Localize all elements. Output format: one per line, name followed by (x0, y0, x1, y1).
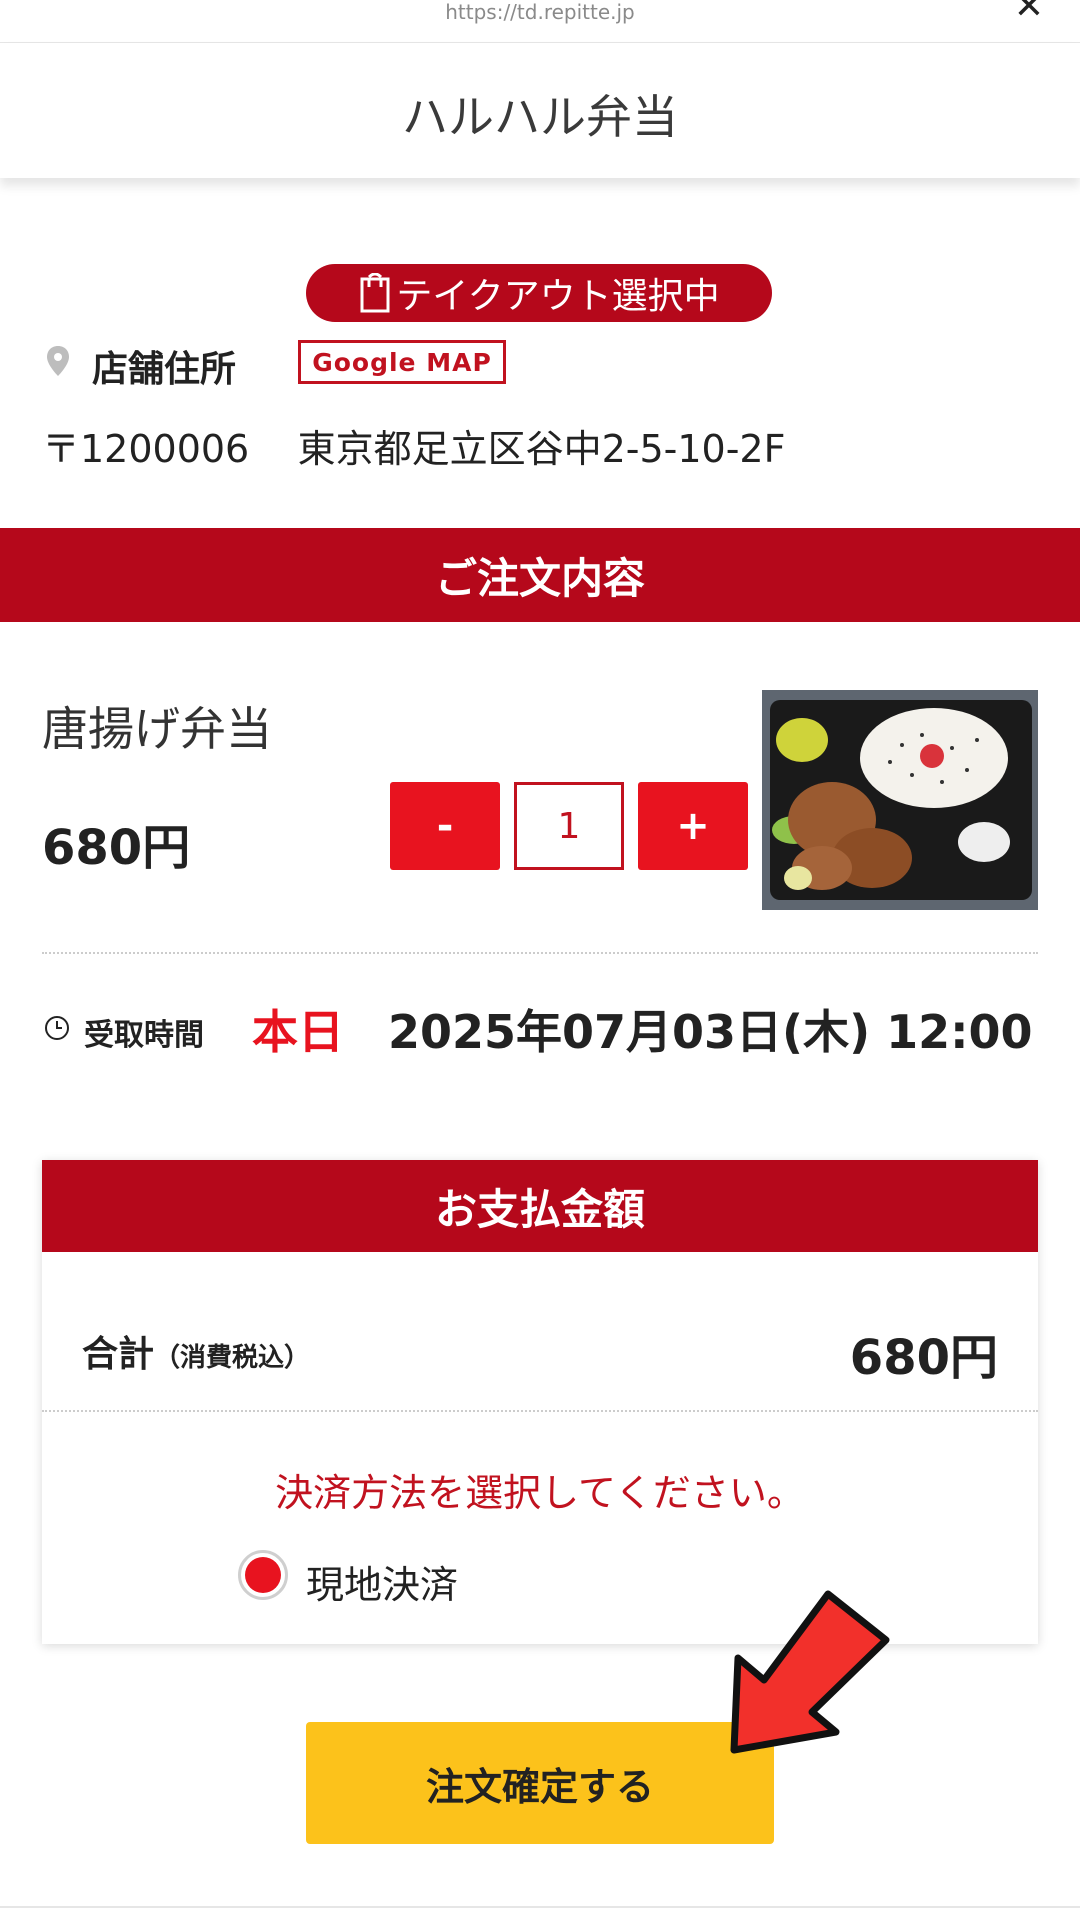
total-label: 合計（消費税込） (82, 1325, 310, 1377)
confirm-order-button[interactable]: 注文確定する (306, 1722, 774, 1844)
quantity-value[interactable]: 1 (514, 782, 624, 870)
browser-url-bar: https://td.repitte.jp ✕ (0, 0, 1080, 43)
divider (42, 1410, 1038, 1412)
payment-method-radio[interactable] (238, 1550, 288, 1600)
page-header: ハルハル弁当 (0, 43, 1080, 178)
payment-section-header: お支払金額 (42, 1160, 1038, 1252)
quantity-increase-button[interactable]: + (638, 782, 748, 870)
payment-method-label[interactable]: 現地決済 (306, 1554, 458, 1609)
map-pin-icon (47, 346, 69, 376)
item-price: 680円 (42, 820, 191, 876)
page-title: ハルハル弁当 (402, 90, 678, 144)
tax-note: （消費税込） (154, 1343, 311, 1373)
bag-icon (360, 273, 390, 313)
total-amount: 680円 (849, 1330, 998, 1386)
quantity-decrease-button[interactable]: - (390, 782, 500, 870)
page-bottom-border (0, 1906, 1080, 1908)
total-label-text: 合計 (82, 1334, 155, 1375)
postal-code: 〒1200006 (42, 427, 250, 471)
divider (42, 952, 1038, 954)
store-address: 〒1200006 東京都足立区谷中2-5-10-2F (42, 418, 785, 473)
pickup-time-label: 受取時間 (84, 1018, 204, 1053)
payment-prompt: 決済方法を選択してください。 (275, 1471, 805, 1515)
pickup-datetime: 2025年07月03日(木) 12:00 (388, 1005, 1033, 1059)
clock-icon (45, 1016, 69, 1040)
payment-card: お支払金額 合計（消費税込） 680円 決済方法を選択してください。 現地決済 (42, 1160, 1038, 1644)
google-map-button[interactable]: Google MAP (298, 340, 506, 384)
item-image[interactable] (762, 690, 1038, 910)
address-text: 東京都足立区谷中2-5-10-2F (297, 427, 786, 471)
arrow-annotation (730, 1590, 890, 1754)
close-icon[interactable]: ✕ (1014, 0, 1044, 27)
url-text: https://td.repitte.jp (445, 0, 635, 24)
item-name: 唐揚げ弁当 (42, 702, 272, 756)
takeout-badge-label: テイクアウト選択中 (396, 276, 720, 317)
takeout-badge: テイクアウト選択中 (306, 264, 772, 322)
store-address-label: 店舗住所 (92, 349, 237, 390)
order-section-header: ご注文内容 (0, 528, 1080, 622)
pickup-today: 本日 (252, 1005, 344, 1059)
radio-selected-dot (245, 1557, 281, 1593)
